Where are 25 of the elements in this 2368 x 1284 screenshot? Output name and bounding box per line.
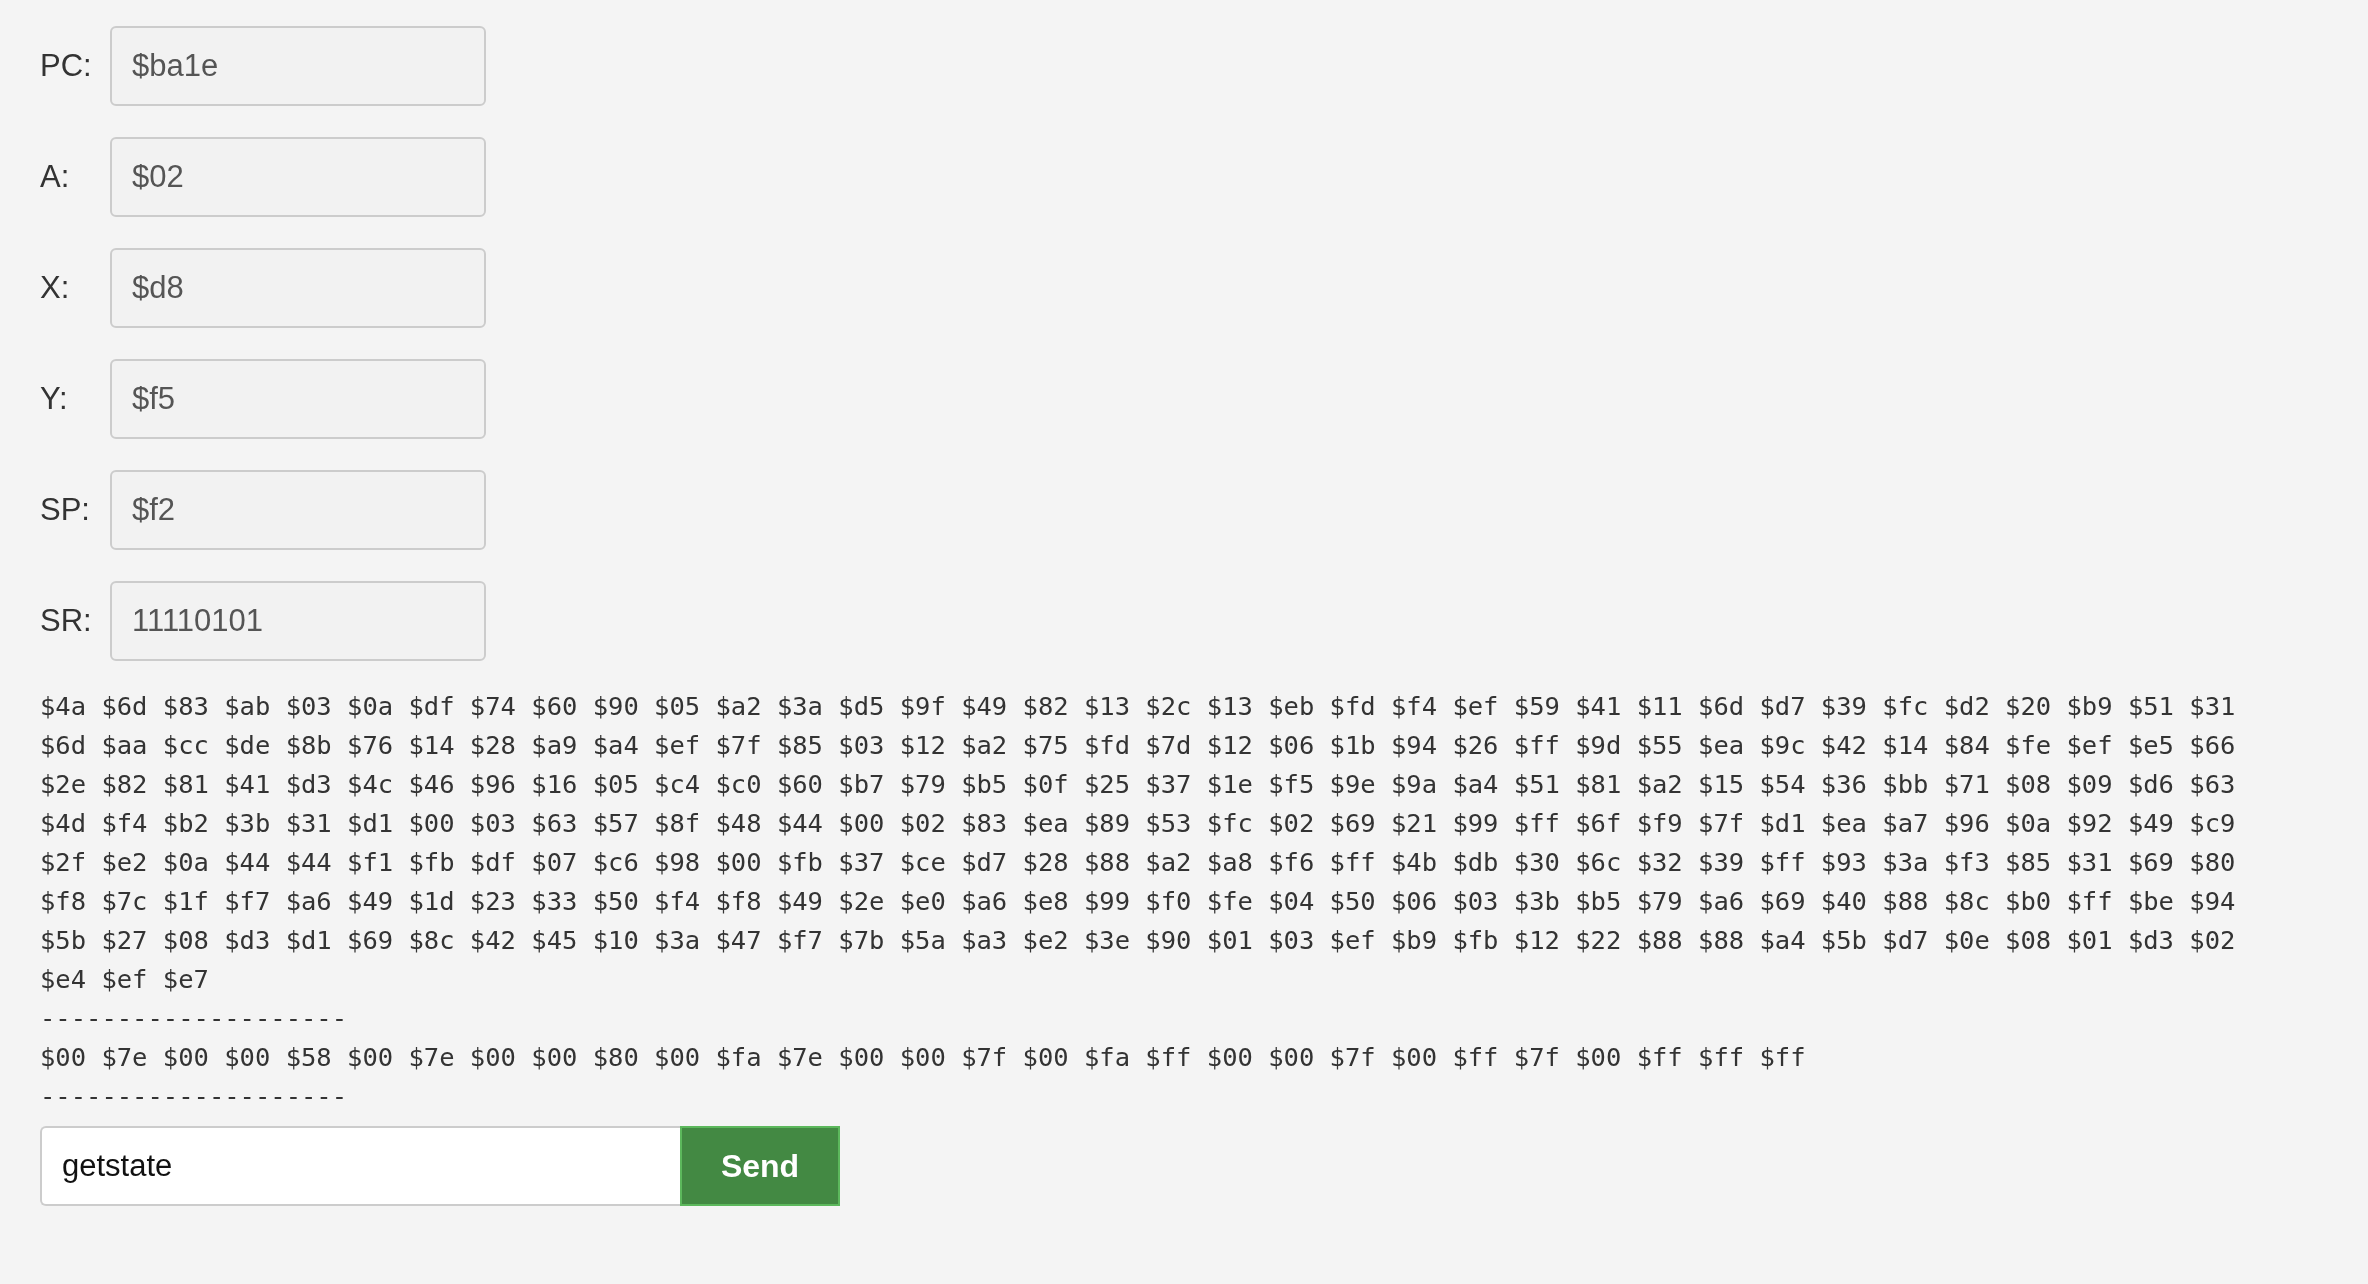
register-label: X: xyxy=(40,270,71,306)
output-line: $2f $e2 $0a $44 $44 $f1 $fb $df $07 $c6 $98 $00 $fb $37 $ce $d7 $28 $88 $a2 $a8 $f6 $ff $4b $db $30 $6c $32 $39 $ff $93 $3a $f3 $85 $31 $69 $80 xyxy=(40,846,2236,879)
register-label: A: xyxy=(40,159,71,195)
output-line: $f8 $7c $1f $f7 $a6 $49 $1d $23 $33 $50 $f4 $f8 $49 $2e $e0 $a6 $e8 $99 $f0 $fe $04 $50 $06 $03 $3b $b5 $79 $a6 $69 $40 $88 $8c $b0 $ff $be $94 xyxy=(40,885,2236,918)
register-field[interactable]: 11110101 xyxy=(110,581,486,661)
output-line: $2e $82 $81 $41 $d3 $4c $46 $96 $16 $05 $c4 $c0 $60 $b7 $79 $b5 $0f $25 $37 $1e $f5 $9e $9a $a4 $51 $81 $a2 $15 $54 $36 $bb $71 $08 $09 $d6 $63 xyxy=(40,768,2236,801)
register-label: Y: xyxy=(40,381,69,417)
send-button[interactable]: Send xyxy=(680,1126,840,1206)
output-line: $4a $6d $83 $ab $03 $0a $df $74 $60 $90 $05 $a2 $3a $d5 $9f $49 $82 $13 $2c $13 $eb $fd $f4 $ef $59 $41 $11 $6d $d7 $39 $fc $d2 $20 $b9 $51 $31 xyxy=(40,690,2236,723)
register-label: SR: xyxy=(40,603,93,639)
output-line: -------------------- xyxy=(40,1002,348,1035)
register-field[interactable]: $f2 xyxy=(110,470,486,550)
register-label: SP: xyxy=(40,492,91,528)
register-field[interactable]: $d8 xyxy=(110,248,486,328)
command-field[interactable]: getstate xyxy=(40,1126,680,1206)
output-line: $6d $aa $cc $de $8b $76 $14 $28 $a9 $a4 $ef $7f $85 $03 $12 $a2 $75 $fd $7d $12 $06 $1b $94 $26 $ff $9d $55 $ea $9c $42 $14 $84 $fe $ef $e5 $66 xyxy=(40,729,2236,762)
output-line: $5b $27 $08 $d3 $d1 $69 $8c $42 $45 $10 $3a $47 $f7 $7b $5a $a3 $e2 $3e $90 $01 $03 $ef $b9 $fb $12 $22 $88 $88 $a4 $5b $d7 $0e $08 $01 $d3 $02 xyxy=(40,924,2236,957)
register-field[interactable]: $f5 xyxy=(110,359,486,439)
output-line: $00 $7e $00 $00 $58 $00 $7e $00 $00 $80 $00 $fa $7e $00 $00 $7f $00 $fa $ff $00 $00 $7f $00 $ff $7f $00 $ff $ff $ff xyxy=(40,1041,1806,1074)
output-line: $4d $f4 $b2 $3b $31 $d1 $00 $03 $63 $57 $8f $48 $44 $00 $02 $83 $ea $89 $53 $fc $02 $69 $21 $99 $ff $6f $f9 $7f $d1 $ea $a7 $96 $0a $92 $49 $c9 xyxy=(40,807,2236,840)
output-line: $e4 $ef $e7 xyxy=(40,963,209,996)
register-label: PC: xyxy=(40,48,93,84)
register-field[interactable]: $02 xyxy=(110,137,486,217)
output-line: -------------------- xyxy=(40,1080,348,1113)
register-field[interactable]: $ba1e xyxy=(110,26,486,106)
